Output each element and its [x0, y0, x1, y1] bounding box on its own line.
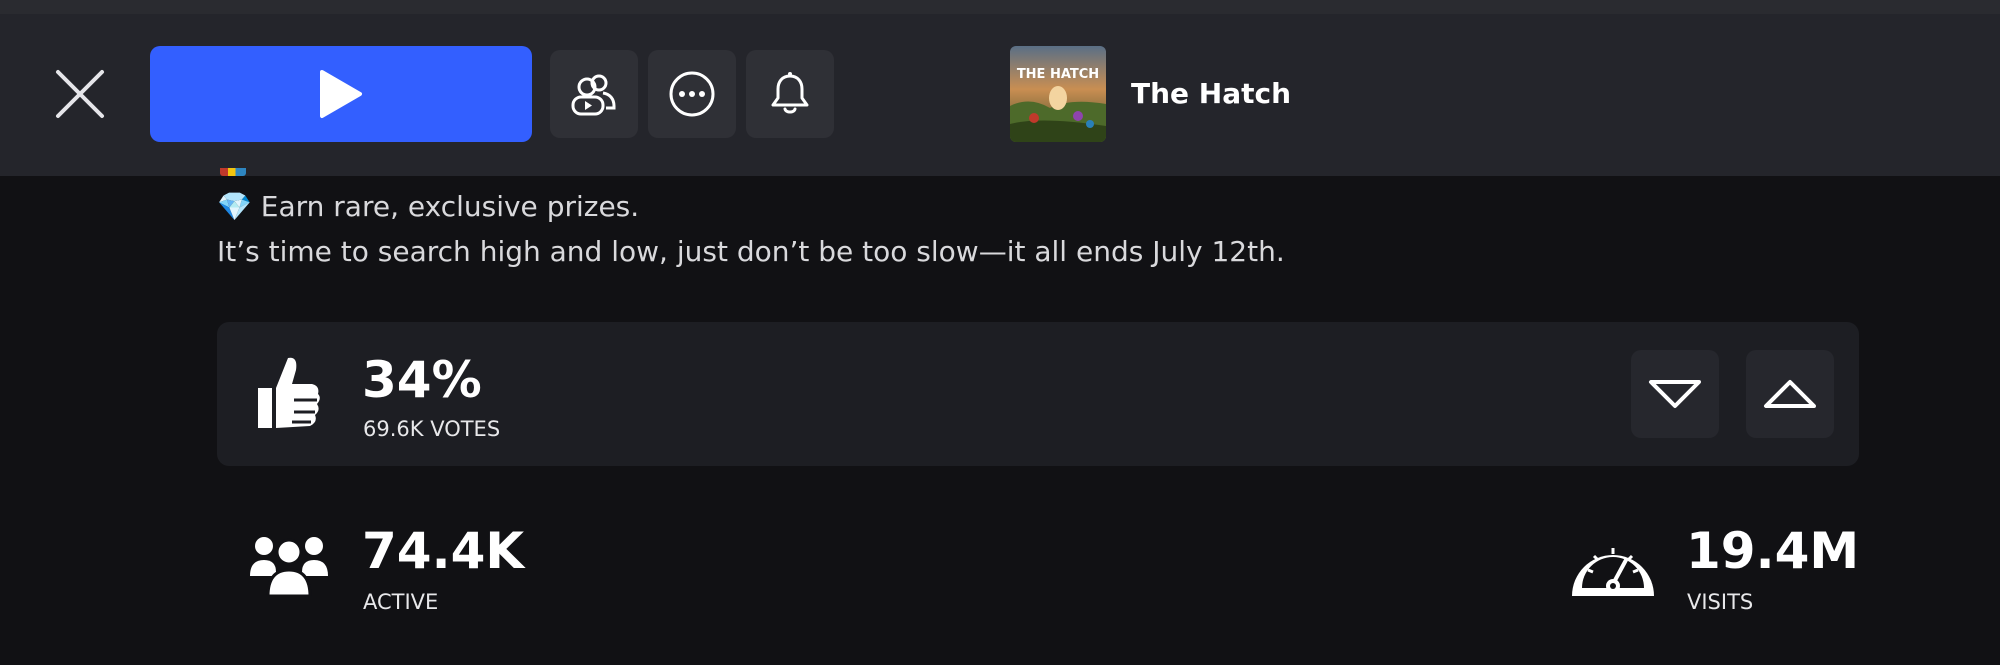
- cut-off-emoji: [220, 168, 246, 176]
- speedometer-icon: [1572, 548, 1654, 596]
- gem-emoji: 💎: [217, 190, 252, 223]
- play-button[interactable]: [150, 46, 532, 142]
- upvote-icon: [1764, 380, 1816, 408]
- visits-label: VISITS: [1687, 590, 1754, 614]
- game-thumbnail-image: THE HATCH: [1010, 46, 1106, 142]
- game-title: The Hatch: [1131, 77, 1292, 110]
- description-line-1-text: Earn rare, exclusive prizes.: [260, 190, 640, 223]
- vote-count: 69.6K VOTES: [363, 417, 501, 441]
- notify-button[interactable]: [746, 50, 834, 138]
- more-options-icon: [669, 71, 715, 117]
- game-thumbnail[interactable]: THE HATCH: [1010, 46, 1106, 142]
- downvote-button[interactable]: [1631, 350, 1719, 438]
- players-icon: [250, 537, 328, 598]
- friends-icon: [571, 74, 616, 116]
- like-percentage: 34%: [362, 351, 482, 409]
- active-label: ACTIVE: [363, 590, 439, 614]
- top-status-strip: [0, 0, 2000, 14]
- more-options-button[interactable]: [648, 50, 736, 138]
- join-friends-button[interactable]: [550, 50, 638, 138]
- visits-count: 19.4M: [1686, 522, 1860, 580]
- bell-icon: [771, 72, 809, 114]
- close-button[interactable]: [52, 66, 108, 122]
- thumbs-up-icon: [258, 357, 320, 428]
- description-line-2: It’s time to search high and low, just d…: [217, 235, 1285, 268]
- upvote-button[interactable]: [1746, 350, 1834, 438]
- description-line-1: 💎 Earn rare, exclusive prizes.: [217, 189, 639, 225]
- thumbnail-logo-text: THE HATCH: [1017, 67, 1099, 82]
- close-icon: [56, 70, 104, 118]
- downvote-icon: [1649, 380, 1701, 408]
- play-icon: [320, 70, 362, 118]
- active-count: 74.4K: [362, 522, 525, 580]
